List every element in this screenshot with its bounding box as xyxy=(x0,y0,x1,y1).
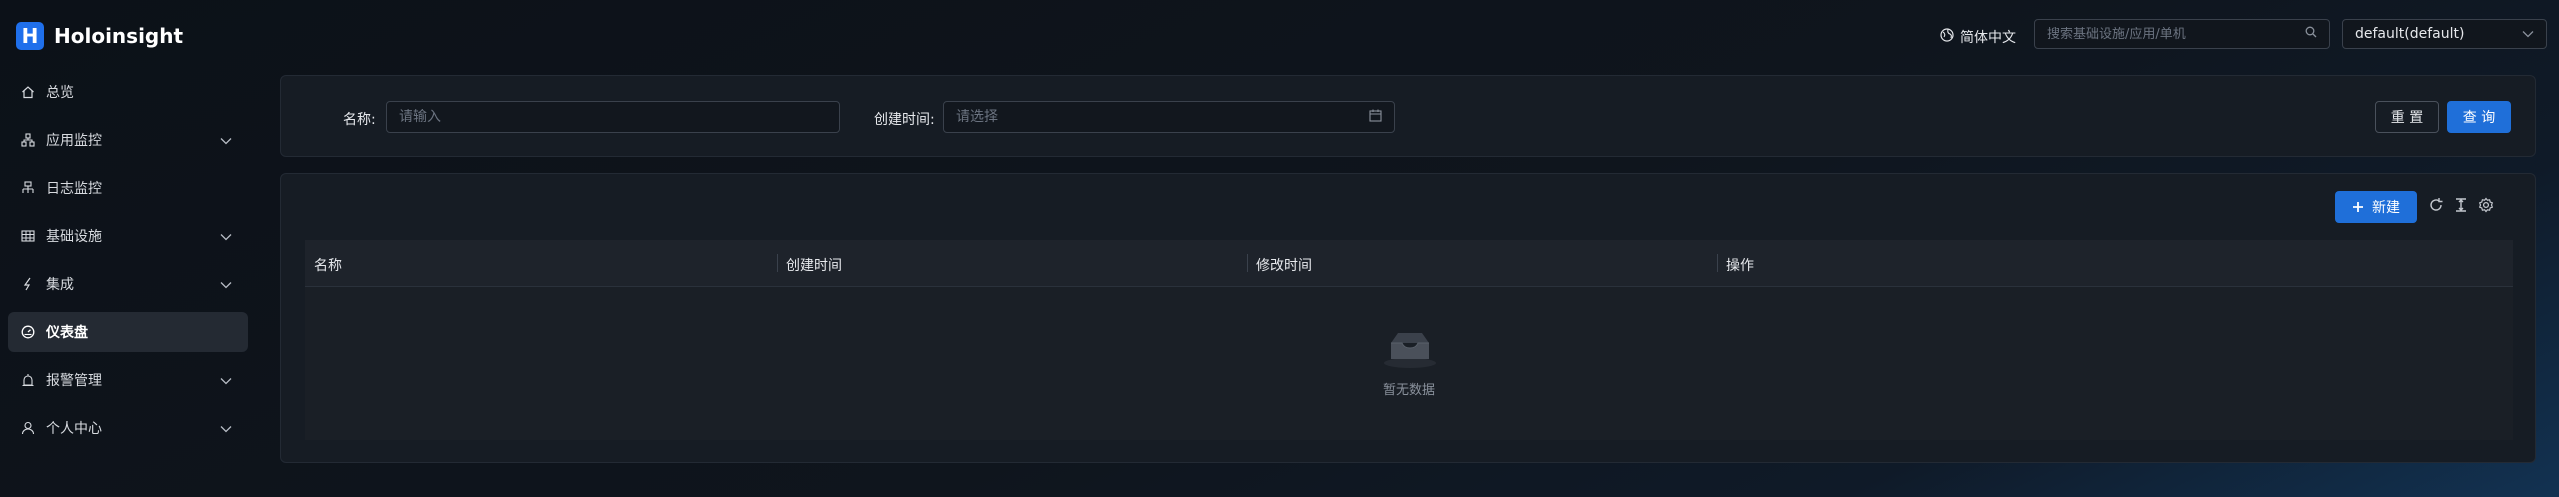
search-input[interactable] xyxy=(2047,26,2305,42)
name-filter-input[interactable] xyxy=(399,109,827,125)
calendar-icon[interactable] xyxy=(1369,109,1382,126)
search-icon[interactable] xyxy=(2305,26,2317,42)
column-header-modified-time[interactable]: 修改时间 xyxy=(1256,255,1312,275)
sidebar-item-label: 总览 xyxy=(46,85,74,101)
top-header: H Holoinsight 简体中文 default(default) xyxy=(0,5,2559,61)
sidebar-item-integration[interactable]: 集成 xyxy=(8,264,248,304)
chevron-down-icon xyxy=(220,373,232,389)
empty-state: 暂无数据 xyxy=(305,287,2513,440)
user-icon xyxy=(20,420,36,436)
global-search[interactable] xyxy=(2034,19,2330,49)
column-header-name[interactable]: 名称 xyxy=(314,255,342,275)
chevron-down-icon xyxy=(220,133,232,149)
column-divider xyxy=(777,254,778,272)
table-header: 名称 创建时间 修改时间 操作 xyxy=(305,240,2513,287)
column-divider xyxy=(1717,254,1718,272)
globe-icon xyxy=(1940,28,1960,46)
home-icon xyxy=(20,84,36,100)
new-dashboard-button[interactable]: 新建 xyxy=(2335,191,2417,223)
grid-table-icon xyxy=(20,228,36,244)
name-filter-field[interactable] xyxy=(386,101,840,133)
settings-icon[interactable] xyxy=(2477,196,2495,214)
sidebar-item-dashboard[interactable]: 仪表盘 xyxy=(8,312,248,352)
tenant-select[interactable]: default(default) xyxy=(2342,19,2547,49)
language-label: 简体中文 xyxy=(1960,30,2016,46)
plus-icon xyxy=(2352,201,2364,213)
sidebar-item-infrastructure[interactable]: 基础设施 xyxy=(8,216,248,256)
empty-box-icon xyxy=(1382,329,1438,373)
sidebar-nav: 总览 应用监控 日志监控 基础设施 集成 仪表盘 报警管理 个人中心 xyxy=(8,72,248,456)
new-button-label: 新建 xyxy=(2372,200,2400,216)
reload-icon[interactable] xyxy=(2427,196,2445,214)
sidebar-item-label: 基础设施 xyxy=(46,229,102,245)
sidebar-item-overview[interactable]: 总览 xyxy=(8,72,248,112)
column-header-created-time[interactable]: 创建时间 xyxy=(786,255,842,275)
column-divider xyxy=(1247,254,1248,272)
chevron-down-icon xyxy=(220,421,232,437)
chevron-down-icon xyxy=(220,229,232,245)
app-name: Holoinsight xyxy=(54,24,184,48)
sidebar-item-label: 报警管理 xyxy=(46,373,102,389)
create-time-picker[interactable] xyxy=(943,101,1395,133)
sidebar-item-personal-center[interactable]: 个人中心 xyxy=(8,408,248,448)
sidebar-item-label: 日志监控 xyxy=(46,181,102,197)
create-time-input[interactable] xyxy=(956,109,1369,125)
sidebar-item-alarm-management[interactable]: 报警管理 xyxy=(8,360,248,400)
sidebar-item-label: 应用监控 xyxy=(46,133,102,149)
reset-button[interactable]: 重 置 xyxy=(2375,101,2439,133)
sidebar-item-label: 仪表盘 xyxy=(46,325,88,341)
chevron-down-icon xyxy=(2522,26,2534,42)
sidebar-item-label: 个人中心 xyxy=(46,421,102,437)
column-height-icon[interactable] xyxy=(2452,196,2470,214)
tenant-value: default(default) xyxy=(2355,26,2465,42)
query-button[interactable]: 查 询 xyxy=(2447,101,2511,133)
column-header-actions: 操作 xyxy=(1726,258,1754,274)
app-logo[interactable]: H Holoinsight xyxy=(16,22,183,50)
create-time-filter-label: 创建时间: xyxy=(874,112,935,128)
logo-mark: H xyxy=(16,22,44,50)
language-switcher[interactable]: 简体中文 xyxy=(1940,27,2016,47)
plug-icon xyxy=(20,276,36,292)
dashboard-gauge-icon xyxy=(20,324,36,340)
sidebar-item-log-monitoring[interactable]: 日志监控 xyxy=(8,168,248,208)
name-filter-label: 名称: xyxy=(343,112,376,128)
sidebar-item-label: 集成 xyxy=(46,277,74,293)
sidebar-item-app-monitoring[interactable]: 应用监控 xyxy=(8,120,248,160)
app-cluster-icon xyxy=(20,132,36,148)
dashboard-table: 名称 创建时间 修改时间 操作 暂无数据 xyxy=(305,240,2513,440)
dashboard-list-panel: 新建 名称 创建时间 修改时间 操作 暂无数据 xyxy=(280,173,2536,463)
empty-text: 暂无数据 xyxy=(1382,383,1435,398)
filter-panel: 名称: 创建时间: 重 置 查 询 xyxy=(280,75,2536,157)
chevron-down-icon xyxy=(220,277,232,293)
alarm-icon xyxy=(20,372,36,388)
log-network-icon xyxy=(20,180,36,196)
